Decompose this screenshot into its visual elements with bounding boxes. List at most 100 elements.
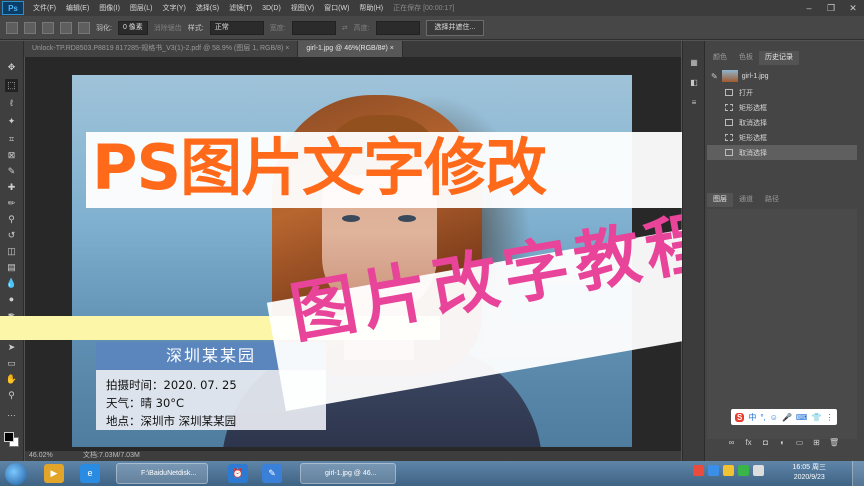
ime-voice-icon[interactable]: 🎤 xyxy=(782,413,792,422)
history-step[interactable]: 矩形选框 xyxy=(707,130,857,145)
menu-window[interactable]: 窗口(W) xyxy=(319,3,354,13)
tray-app-icon[interactable] xyxy=(693,465,704,476)
path-select-icon[interactable]: ➤ xyxy=(5,341,18,354)
add-selection-icon[interactable] xyxy=(42,21,54,34)
width-input[interactable] xyxy=(291,20,336,35)
magic-wand-icon[interactable]: ✦ xyxy=(5,115,18,128)
subtract-selection-icon[interactable] xyxy=(60,21,72,34)
taskbar-clock[interactable]: 16:05 周三 2020/9/23 xyxy=(793,463,826,483)
tab-girl-image[interactable]: girl-1.jpg @ 46%(RGB/8#) × xyxy=(298,41,403,57)
blur-tool-icon[interactable]: 💧 xyxy=(5,277,18,290)
ime-punctuation[interactable]: °, xyxy=(760,413,765,422)
start-button-icon[interactable] xyxy=(5,463,27,485)
ime-chinese-mode[interactable]: 中 xyxy=(748,412,756,423)
new-group-icon[interactable]: ▭ xyxy=(795,438,804,447)
ime-skin-icon[interactable]: 👕 xyxy=(811,413,821,422)
layer-style-icon[interactable]: fx xyxy=(744,438,753,447)
marquee-preset-icon[interactable] xyxy=(6,21,18,34)
show-desktop-button[interactable] xyxy=(852,461,864,486)
new-layer-icon[interactable]: ⊞ xyxy=(812,438,821,447)
tab-channels[interactable]: 通道 xyxy=(733,193,759,207)
history-step[interactable]: 取消选择 xyxy=(707,115,857,130)
tab-color[interactable]: 颜色 xyxy=(707,51,733,65)
menu-view[interactable]: 视图(V) xyxy=(286,3,319,13)
tray-app-icon[interactable] xyxy=(723,465,734,476)
menu-filter[interactable]: 滤镜(T) xyxy=(224,3,257,13)
layer-mask-icon[interactable]: ◘ xyxy=(761,438,770,447)
tab-layers[interactable]: 图层 xyxy=(707,193,733,207)
history-step[interactable]: 打开 xyxy=(707,85,857,100)
tab-paths[interactable]: 路径 xyxy=(759,193,785,207)
dodge-tool-icon[interactable]: ● xyxy=(5,293,18,306)
layers-list[interactable] xyxy=(707,209,857,439)
tab-history[interactable]: 历史记录 xyxy=(759,51,799,65)
lasso-tool-icon[interactable]: ℓ xyxy=(5,97,18,110)
height-input[interactable] xyxy=(375,20,420,35)
adjustment-layer-icon[interactable]: ◐ xyxy=(778,438,787,447)
healing-brush-icon[interactable]: ✚ xyxy=(5,181,18,194)
zoom-level[interactable]: 46.02% xyxy=(29,451,53,461)
ime-emoji-icon[interactable]: ☺ xyxy=(770,413,778,422)
tray-network-icon[interactable] xyxy=(708,465,719,476)
zoom-tool-icon[interactable]: ⚲ xyxy=(5,389,18,402)
link-layers-icon[interactable]: ∞ xyxy=(727,438,736,447)
menu-3d[interactable]: 3D(D) xyxy=(257,5,286,12)
menu-layer[interactable]: 图层(L) xyxy=(125,3,158,13)
frame-tool-icon[interactable]: ⊠ xyxy=(5,149,18,162)
gradient-tool-icon[interactable]: ▤ xyxy=(5,261,18,274)
explorer-task-label: F:\BaiduNetdisk... xyxy=(141,470,197,477)
maximize-icon[interactable]: ❐ xyxy=(820,0,842,16)
app-icon[interactable]: ✎ xyxy=(262,464,282,483)
menu-help[interactable]: 帮助(H) xyxy=(354,3,388,13)
ie-browser-icon[interactable]: e xyxy=(80,464,100,483)
menu-image[interactable]: 图像(I) xyxy=(94,3,125,13)
history-step-selected[interactable]: 取消选择 xyxy=(707,145,857,160)
swap-icon[interactable]: ⇄ xyxy=(342,24,348,32)
history-step[interactable]: 矩形选框 xyxy=(707,100,857,115)
move-tool-icon[interactable]: ✥ xyxy=(5,61,18,74)
foreground-color-swatch[interactable] xyxy=(4,432,14,442)
alarm-app-icon[interactable]: ⏰ xyxy=(228,464,248,483)
delete-layer-icon[interactable]: 🗑 xyxy=(829,438,839,447)
tab-pdf-document[interactable]: Unlock-TP.RD8503.P8819 817285-规格书_V3(1)-… xyxy=(24,41,299,57)
window-controls: – ❐ ✕ xyxy=(798,0,864,16)
brush-panel-icon[interactable]: ≡ xyxy=(688,97,700,109)
sogou-ime-icon[interactable]: S xyxy=(735,412,745,422)
crop-tool-icon[interactable]: ⌗ xyxy=(5,133,18,146)
ime-keyboard-icon[interactable]: ⌨ xyxy=(796,413,808,422)
history-panel-icon[interactable]: ▦ xyxy=(688,57,700,69)
history-snapshot[interactable]: ✎ girl-1.jpg xyxy=(707,67,857,85)
eyedropper-icon[interactable]: ✎ xyxy=(5,165,18,178)
tray-app-icon[interactable] xyxy=(738,465,749,476)
close-icon[interactable]: ✕ xyxy=(842,0,864,16)
overlay-title: PS图片文字修改 xyxy=(86,128,706,208)
history-brush-source-icon[interactable]: ✎ xyxy=(711,72,718,81)
more-tools-icon[interactable]: … xyxy=(5,407,18,420)
menu-file[interactable]: 文件(F) xyxy=(28,3,61,13)
intersect-selection-icon[interactable] xyxy=(78,21,90,34)
new-selection-icon[interactable] xyxy=(24,21,36,34)
marquee-tool-icon[interactable]: ⬚ xyxy=(5,79,18,92)
history-brush-icon[interactable]: ↺ xyxy=(5,229,18,242)
ime-more-icon[interactable]: ⋮ xyxy=(825,413,833,422)
taskbar-explorer-window[interactable]: F:\BaiduNetdisk... xyxy=(116,463,208,484)
menu-edit[interactable]: 编辑(E) xyxy=(61,3,94,13)
style-select[interactable]: 正常 xyxy=(209,20,264,35)
feather-input[interactable]: 0 像素 xyxy=(117,20,148,35)
menu-select[interactable]: 选择(S) xyxy=(191,3,224,13)
tray-volume-icon[interactable] xyxy=(753,465,764,476)
media-player-icon[interactable]: ▶ xyxy=(44,464,64,483)
brush-tool-icon[interactable]: ✏ xyxy=(5,197,18,210)
taskbar-photoshop-window[interactable]: girl-1.jpg @ 46... xyxy=(300,463,396,484)
select-and-mask-button[interactable]: 选择并遮住... xyxy=(425,19,485,36)
menu-type[interactable]: 文字(Y) xyxy=(157,3,190,13)
shape-tool-icon[interactable]: ▭ xyxy=(5,357,18,370)
style-label: 样式: xyxy=(187,24,204,32)
hand-tool-icon[interactable]: ✋ xyxy=(5,373,18,386)
properties-panel-icon[interactable]: ◧ xyxy=(688,77,700,89)
eraser-tool-icon[interactable]: ◫ xyxy=(5,245,18,258)
minimize-icon[interactable]: – xyxy=(798,0,820,16)
tab-swatches[interactable]: 色板 xyxy=(733,51,759,65)
clone-stamp-icon[interactable]: ⚲ xyxy=(5,213,18,226)
antialias-checkbox[interactable]: 消除锯齿 xyxy=(154,23,182,33)
